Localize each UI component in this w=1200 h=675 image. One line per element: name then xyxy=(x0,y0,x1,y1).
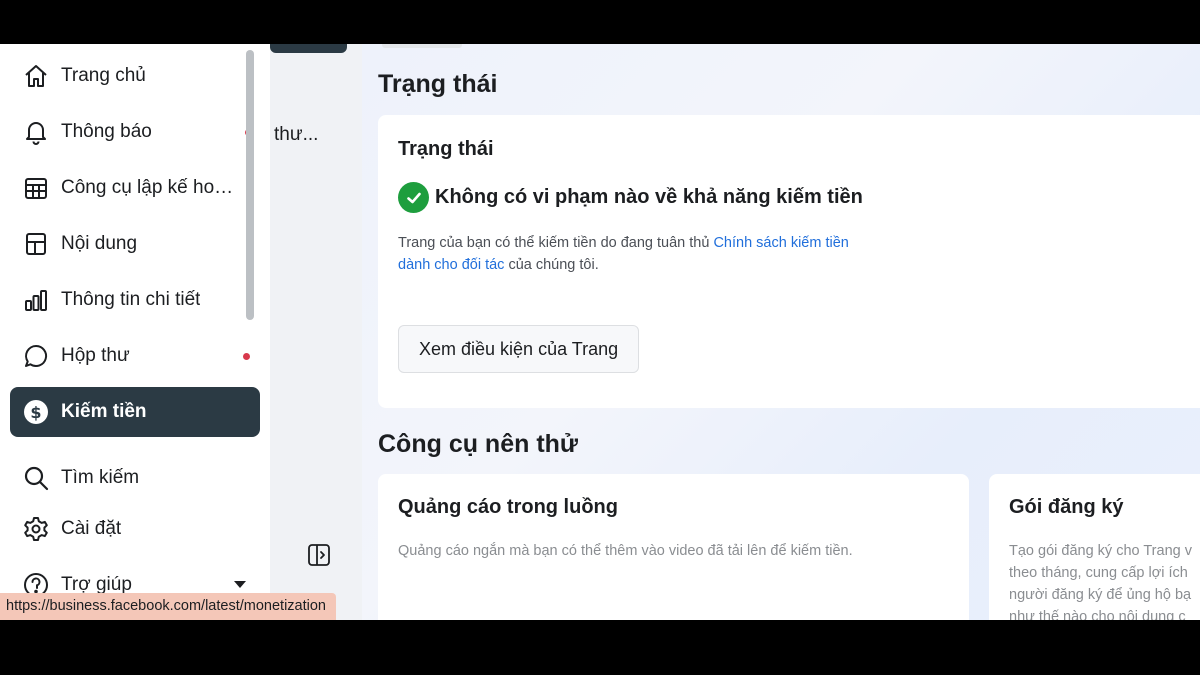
top-strip xyxy=(382,44,462,48)
tool-card-subscriptions[interactable]: Gói đăng ký Tạo gói đăng ký cho Trang v … xyxy=(989,474,1200,620)
tool-card-in-stream-ads[interactable]: Quảng cáo trong luồng Quảng cáo ngắn mà … xyxy=(378,474,969,620)
status-desc-after: của chúng tôi. xyxy=(504,257,599,273)
search-icon xyxy=(22,464,50,492)
tool-card-description: Tạo gói đăng ký cho Trang v theo tháng, … xyxy=(1009,540,1192,620)
status-card-title: Trạng thái xyxy=(398,138,494,160)
bar-chart-icon xyxy=(22,286,50,314)
notification-dot xyxy=(243,352,250,360)
sidebar-item-notifications[interactable]: Thông báo xyxy=(10,107,260,157)
chat-bubble-icon xyxy=(22,342,50,370)
sidebar-item-label: Hộp thư xyxy=(61,345,130,366)
secondary-column: thư... xyxy=(270,44,370,620)
tool-card-title: Quảng cáo trong luồng xyxy=(398,496,618,518)
tool-card-desc-line: theo tháng, cung cấp lợi ích xyxy=(1009,565,1188,581)
sidebar-item-home[interactable]: Trang chủ xyxy=(10,51,260,101)
tool-card-title: Gói đăng ký xyxy=(1009,496,1124,518)
link-status-url: https://business.facebook.com/latest/mon… xyxy=(0,593,336,620)
dollar-icon: $ xyxy=(22,398,50,426)
gear-icon xyxy=(22,515,50,543)
bell-icon xyxy=(22,118,50,146)
sidebar-item-settings[interactable]: Cài đặt xyxy=(10,504,260,554)
sidebar-item-label: Công cụ lập kế hoạch xyxy=(61,177,236,198)
sidebar-item-search[interactable]: Tìm kiếm xyxy=(10,453,260,503)
status-desc-before: Trang của bạn có thể kiếm tiền do đang t… xyxy=(398,235,714,251)
status-text: Không có vi phạm nào về khả năng kiếm ti… xyxy=(435,186,863,208)
status-row: Không có vi phạm nào về khả năng kiếm ti… xyxy=(398,182,863,213)
sidebar-item-label: Nội dung xyxy=(61,233,138,254)
tool-card-desc-line: người đăng ký để ủng hộ bạ xyxy=(1009,587,1192,603)
sidebar-item-label: Trang chủ xyxy=(61,65,146,86)
check-circle-icon xyxy=(398,182,429,213)
sidebar-item-label: Kiếm tiền xyxy=(61,401,147,422)
view-page-conditions-button[interactable]: Xem điều kiện của Trang xyxy=(398,325,640,373)
chevron-down-icon xyxy=(234,581,246,588)
sidebar-item-planner[interactable]: Công cụ lập kế hoạch xyxy=(10,163,260,213)
content-icon xyxy=(22,230,50,258)
sidebar: Trang chủ Thông báo Công cụ lập kế hoạch… xyxy=(0,44,270,620)
home-icon xyxy=(22,62,50,90)
sidebar-toggle-icon xyxy=(306,542,332,573)
sidebar-item-monetization[interactable]: $ Kiếm tiền xyxy=(10,387,260,437)
app-viewport: Trang chủ Thông báo Công cụ lập kế hoạch… xyxy=(0,44,1200,620)
sidebar-item-label: Cài đặt xyxy=(61,518,122,539)
collapse-panel-button[interactable] xyxy=(304,542,334,572)
status-section-title: Trạng thái xyxy=(378,70,498,98)
sidebar-item-insights[interactable]: Thông tin chi tiết xyxy=(10,275,260,325)
sidebar-item-content[interactable]: Nội dung xyxy=(10,219,260,269)
calendar-grid-icon xyxy=(22,174,50,202)
secondary-active-tab[interactable] xyxy=(270,44,347,53)
tools-section-title: Công cụ nên thử xyxy=(378,430,579,458)
sidebar-item-label: Thông báo xyxy=(61,121,152,142)
tool-card-desc-line: như thế nào cho nội dung c xyxy=(1009,609,1186,620)
tool-card-description: Quảng cáo ngắn mà bạn có thể thêm vào vi… xyxy=(398,543,853,559)
tool-card-desc-line: Tạo gói đăng ký cho Trang v xyxy=(1009,543,1192,559)
letterbox-top xyxy=(0,0,1200,44)
sidebar-scrollbar[interactable] xyxy=(246,50,254,320)
status-card: Trạng thái Không có vi phạm nào về khả n… xyxy=(378,115,1200,408)
sidebar-item-label: Tìm kiếm xyxy=(61,467,140,488)
secondary-truncated-text: thư... xyxy=(274,124,319,145)
letterbox-bottom xyxy=(0,620,1200,675)
main-content: Trạng thái Trạng thái Không có vi phạm n… xyxy=(362,44,1200,620)
status-description: Trang của bạn có thể kiếm tiền do đang t… xyxy=(398,232,868,276)
sidebar-item-inbox[interactable]: Hộp thư xyxy=(10,331,260,381)
sidebar-item-label: Thông tin chi tiết xyxy=(61,289,201,310)
svg-text:$: $ xyxy=(30,403,41,422)
